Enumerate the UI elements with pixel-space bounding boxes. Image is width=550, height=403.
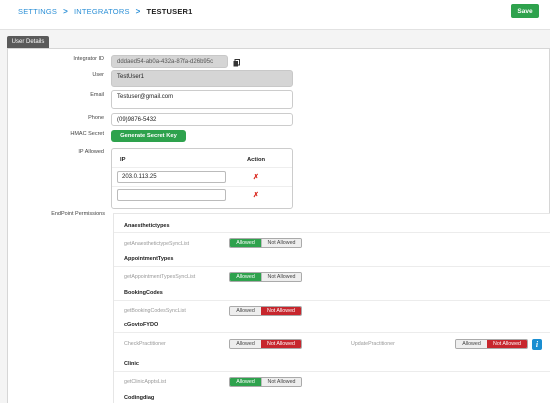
ip-column-header: IP [120,157,126,163]
group-title: Anaesthetictypes [124,223,170,229]
not-allowed-option[interactable]: Not Allowed [487,340,527,348]
group-title: AppointmentTypes [124,256,174,262]
permission-toggle: Allowed Not Allowed [229,306,302,316]
action-column-header: Action [247,157,266,163]
divider [114,266,550,267]
divider [114,232,550,233]
email-field[interactable]: Testuser@gmail.com [111,90,293,109]
allowed-option[interactable]: Allowed [230,307,261,315]
group-title: Clinic [124,361,139,367]
hmac-secret-label: HMAC Secret [70,131,104,137]
endpoint-name: getAppointmentTypesSyncList [124,274,196,280]
breadcrumb: SETTINGS > INTEGRATORS > TESTUSER1 [18,7,193,16]
group-title: BookingCodes [124,290,163,296]
endpoint-name: getAnaesthetictypeSyncList [124,241,190,247]
allowed-option[interactable]: Allowed [230,378,261,386]
phone-label: Phone [88,115,104,121]
allowed-option[interactable]: Allowed [230,239,261,247]
integrator-id-field: dddaed54-ab0a-432a-87fa-d26b95c [111,55,228,68]
endpoint-permissions-label: EndPoint Permissions [51,211,105,217]
breadcrumb-separator: > [135,7,141,16]
breadcrumb-current: TESTUSER1 [146,7,193,16]
endpoint-name: getBookingCodesSyncList [124,308,186,314]
not-allowed-option[interactable]: Not Allowed [261,239,301,247]
phone-field[interactable]: (09)9876-5432 [111,113,293,126]
not-allowed-option[interactable]: Not Allowed [261,307,301,315]
permission-toggle: Allowed Not Allowed [229,238,302,248]
remove-icon[interactable]: ✗ [253,191,259,199]
allowed-option[interactable]: Allowed [456,340,487,348]
not-allowed-option[interactable]: Not Allowed [261,340,301,348]
permission-toggle: Allowed Not Allowed [229,272,302,282]
endpoint-name: getClinicApptsList [124,379,167,385]
permission-toggle: Allowed Not Allowed [229,377,302,387]
allowed-option[interactable]: Allowed [230,273,261,281]
ip-allowed-table: IP Action 203.0.113.25 ✗ ✗ [111,148,293,209]
ip-input[interactable]: 203.0.113.25 [117,171,226,183]
divider [112,167,292,168]
permission-toggle: Allowed Not Allowed [229,339,302,349]
breadcrumb-separator: > [63,7,68,16]
save-button[interactable]: Save [511,4,539,18]
integrator-id-label: Integrator ID [73,56,104,62]
divider [114,300,550,301]
copy-icon[interactable] [233,59,240,67]
not-allowed-option[interactable]: Not Allowed [261,378,301,386]
endpoint-permissions-list: Anaesthetictypes getAnaesthetictypeSyncL… [113,213,550,403]
top-bar: SETTINGS > INTEGRATORS > TESTUSER1 Save [0,0,550,30]
ip-allowed-label: IP Allowed [78,149,104,155]
breadcrumb-settings[interactable]: SETTINGS [18,7,57,16]
allowed-option[interactable]: Allowed [230,340,261,348]
info-icon[interactable]: i [532,339,542,350]
user-label: User [92,72,104,78]
breadcrumb-integrators[interactable]: INTEGRATORS [74,7,130,16]
remove-icon[interactable]: ✗ [253,173,259,181]
group-title: cGovtoFYDO [124,322,159,328]
divider [114,371,550,372]
not-allowed-option[interactable]: Not Allowed [261,273,301,281]
email-label: Email [90,92,104,98]
group-title: Codingdiag [124,395,155,401]
generate-secret-key-button[interactable]: Generate Secret Key [111,130,186,142]
divider [112,186,292,187]
endpoint-name: CheckPractitioner [124,341,166,347]
permission-toggle: Allowed Not Allowed [455,339,528,349]
divider [114,332,550,333]
tab-user-details[interactable]: User Details [7,36,49,48]
ip-input[interactable] [117,189,226,201]
endpoint-name: UpdatePractitioner [351,341,395,347]
user-field: TestUser1 [111,70,293,87]
